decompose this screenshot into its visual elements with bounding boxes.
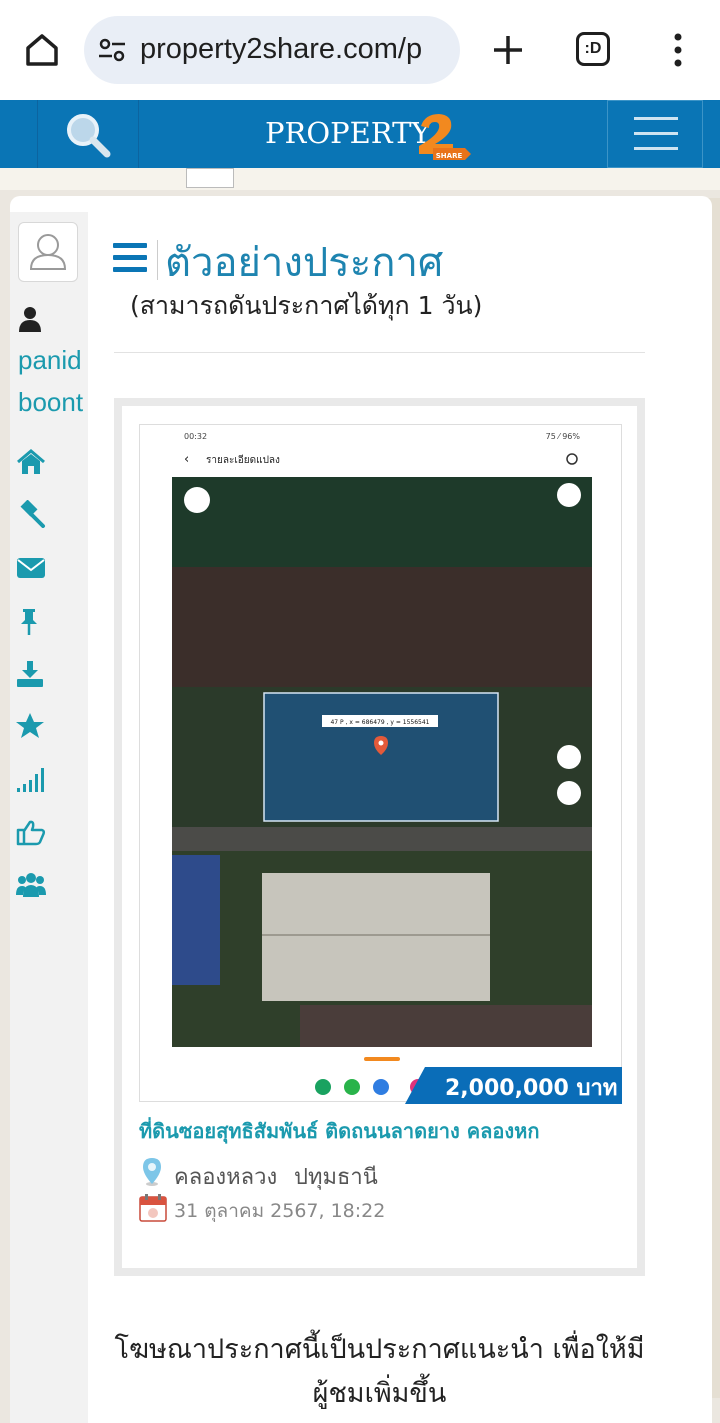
user-name-line1[interactable]: panid <box>18 345 82 376</box>
location-district: คลองหลวง <box>174 1165 278 1190</box>
svg-text:‹: ‹ <box>184 452 189 467</box>
tabs-icon[interactable]: :D <box>576 32 610 66</box>
site-settings-icon[interactable] <box>98 38 126 62</box>
calendar-icon <box>139 1194 167 1222</box>
page-title: ตัวอย่างประกาศ <box>165 240 444 286</box>
listing-photo-image: 00:32 75 ⁄ 96% ‹ รายละเอียดแปลง 47 P , x… <box>140 425 621 1101</box>
pin-icon[interactable] <box>16 608 46 636</box>
home-icon[interactable] <box>20 28 64 72</box>
site-header: PROPERTY SHARE <box>0 100 720 168</box>
promo-note: โฆษณาประกาศนี้เป็นประกาศแนะนำ เพื่อให้มี… <box>114 1334 645 1409</box>
url-text[interactable]: property2share.com/p <box>140 33 450 66</box>
logo-2-icon: SHARE <box>419 114 471 160</box>
photo-status-time: 00:32 <box>184 432 207 441</box>
header-search-button[interactable] <box>37 100 139 168</box>
envelope-icon[interactable] <box>16 554 46 582</box>
photo-status-right: 75 ⁄ 96% <box>546 432 581 441</box>
divider <box>114 352 645 353</box>
listing-date: 31 ตุลาคม 2567, 18:22 <box>174 1200 386 1222</box>
user-name-line2[interactable]: boont <box>18 387 83 418</box>
site-logo[interactable]: PROPERTY SHARE <box>265 110 475 160</box>
photo-header-title: รายละเอียดแปลง <box>206 454 280 466</box>
home-icon[interactable] <box>16 448 46 476</box>
signal-icon[interactable] <box>16 766 46 794</box>
location-province: ปทุมธานี <box>294 1165 378 1190</box>
download-icon[interactable] <box>16 660 46 688</box>
page-subtitle: (สามารถดันประกาศได้ทุก 1 วัน) <box>130 291 483 320</box>
search-icon <box>67 114 111 158</box>
gavel-icon[interactable] <box>16 500 46 528</box>
price-label: 2,000,000 บาท <box>445 1076 618 1101</box>
bars-icon[interactable] <box>113 243 149 273</box>
header-menu-button[interactable] <box>607 100 703 168</box>
plus-icon[interactable] <box>486 28 530 72</box>
avatar[interactable] <box>18 222 78 282</box>
browser-toolbar: property2share.com/p :D <box>0 0 720 100</box>
more-vert-icon[interactable] <box>662 30 694 70</box>
thumbs-up-icon[interactable] <box>16 818 46 846</box>
user-icon <box>19 307 41 332</box>
address-bar[interactable]: property2share.com/p <box>84 16 460 84</box>
users-icon[interactable] <box>16 870 46 898</box>
listing-photo[interactable]: 00:32 75 ⁄ 96% ‹ รายละเอียดแปลง 47 P , x… <box>139 424 622 1102</box>
logo-text: PROPERTY <box>265 116 431 150</box>
title-separator <box>157 240 158 280</box>
avatar-icon <box>29 234 67 270</box>
listing-title-link[interactable]: ที่ดินซอยสุทธิสัมพันธ์ ติดถนนลาดยาง คลอง… <box>139 1115 629 1147</box>
photo-coord-label: 47 P , x = 686479 , y = 1556541 <box>330 719 429 726</box>
location-pin-icon <box>143 1158 161 1186</box>
logo-badge: SHARE <box>436 152 463 160</box>
star-icon[interactable] <box>16 712 46 740</box>
